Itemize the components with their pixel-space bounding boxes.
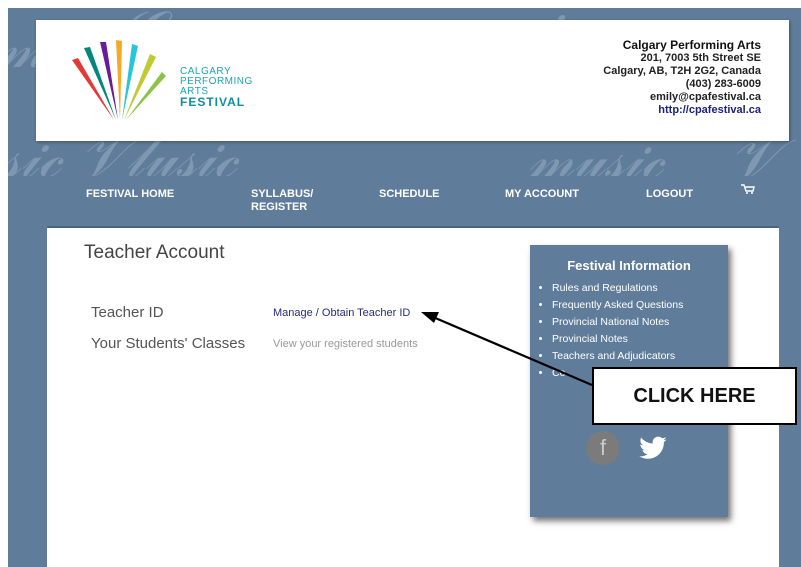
twitter-icon[interactable]	[638, 433, 668, 463]
org-name: Calgary Performing Arts	[622, 38, 761, 52]
manage-teacher-id-link[interactable]: Manage / Obtain Teacher ID	[273, 307, 410, 319]
sidebar-link-provincial-national[interactable]: Provincial National Notes	[552, 314, 683, 331]
sidebar-link-teachers[interactable]: Teachers and Adjudicators	[552, 348, 683, 365]
facebook-icon[interactable]: f	[586, 431, 620, 465]
phone: (403) 283-6009	[685, 78, 761, 90]
sidebar-link-faq[interactable]: Frequently Asked Questions	[552, 297, 683, 314]
teacher-id-label: Teacher ID	[91, 304, 164, 321]
sidebar-link-provincial[interactable]: Provincial Notes	[552, 331, 683, 348]
page: 𝓂𝓊𝓈 𝒢 𝓂𝓊 𝓂𝓊𝓈𝒾𝒸 𝓈𝒾𝒸 𝒱𝓁𝓊𝓈𝒾𝒸 𝓂𝓊𝓈𝒾𝒸 𝒱 CALGAR…	[0, 0, 801, 567]
site-header: CALGARY PERFORMING ARTS FESTIVAL Calgary…	[36, 20, 789, 141]
address-line: 201, 7003 5th Street SE	[640, 52, 761, 64]
sidebar-title: Festival Information	[567, 258, 691, 273]
students-classes-label: Your Students' Classes	[91, 335, 246, 352]
address-line: Calgary, AB, T2H 2G2, Canada	[603, 65, 761, 77]
view-students-link[interactable]: View your registered students	[273, 338, 418, 350]
nav-schedule[interactable]: SCHEDULE	[379, 188, 440, 201]
click-here-callout: CLICK HERE	[592, 367, 797, 425]
email-link[interactable]: emily@cpafestival.ca	[603, 91, 761, 104]
nav-festival-home[interactable]: FESTIVAL HOME	[86, 188, 174, 201]
shopping-cart-icon[interactable]	[741, 184, 755, 194]
website-link[interactable]: http://cpafestival.ca	[603, 104, 761, 117]
logo-wordmark: CALGARY PERFORMING ARTS FESTIVAL	[180, 67, 253, 109]
main-nav: FESTIVAL HOME SYLLABUS/ REGISTER SCHEDUL…	[8, 176, 801, 226]
festival-logo-icon[interactable]	[60, 32, 172, 122]
page-title: Teacher Account	[84, 242, 225, 263]
nav-logout[interactable]: LOGOUT	[646, 188, 693, 201]
sidebar-link-rules[interactable]: Rules and Regulations	[552, 280, 683, 297]
contact-block: Calgary Performing Arts 201, 7003 5th St…	[603, 39, 761, 117]
nav-my-account[interactable]: MY ACCOUNT	[505, 188, 579, 201]
logo-line: FESTIVAL	[180, 95, 246, 109]
nav-syllabus-register[interactable]: SYLLABUS/ REGISTER	[251, 188, 313, 214]
